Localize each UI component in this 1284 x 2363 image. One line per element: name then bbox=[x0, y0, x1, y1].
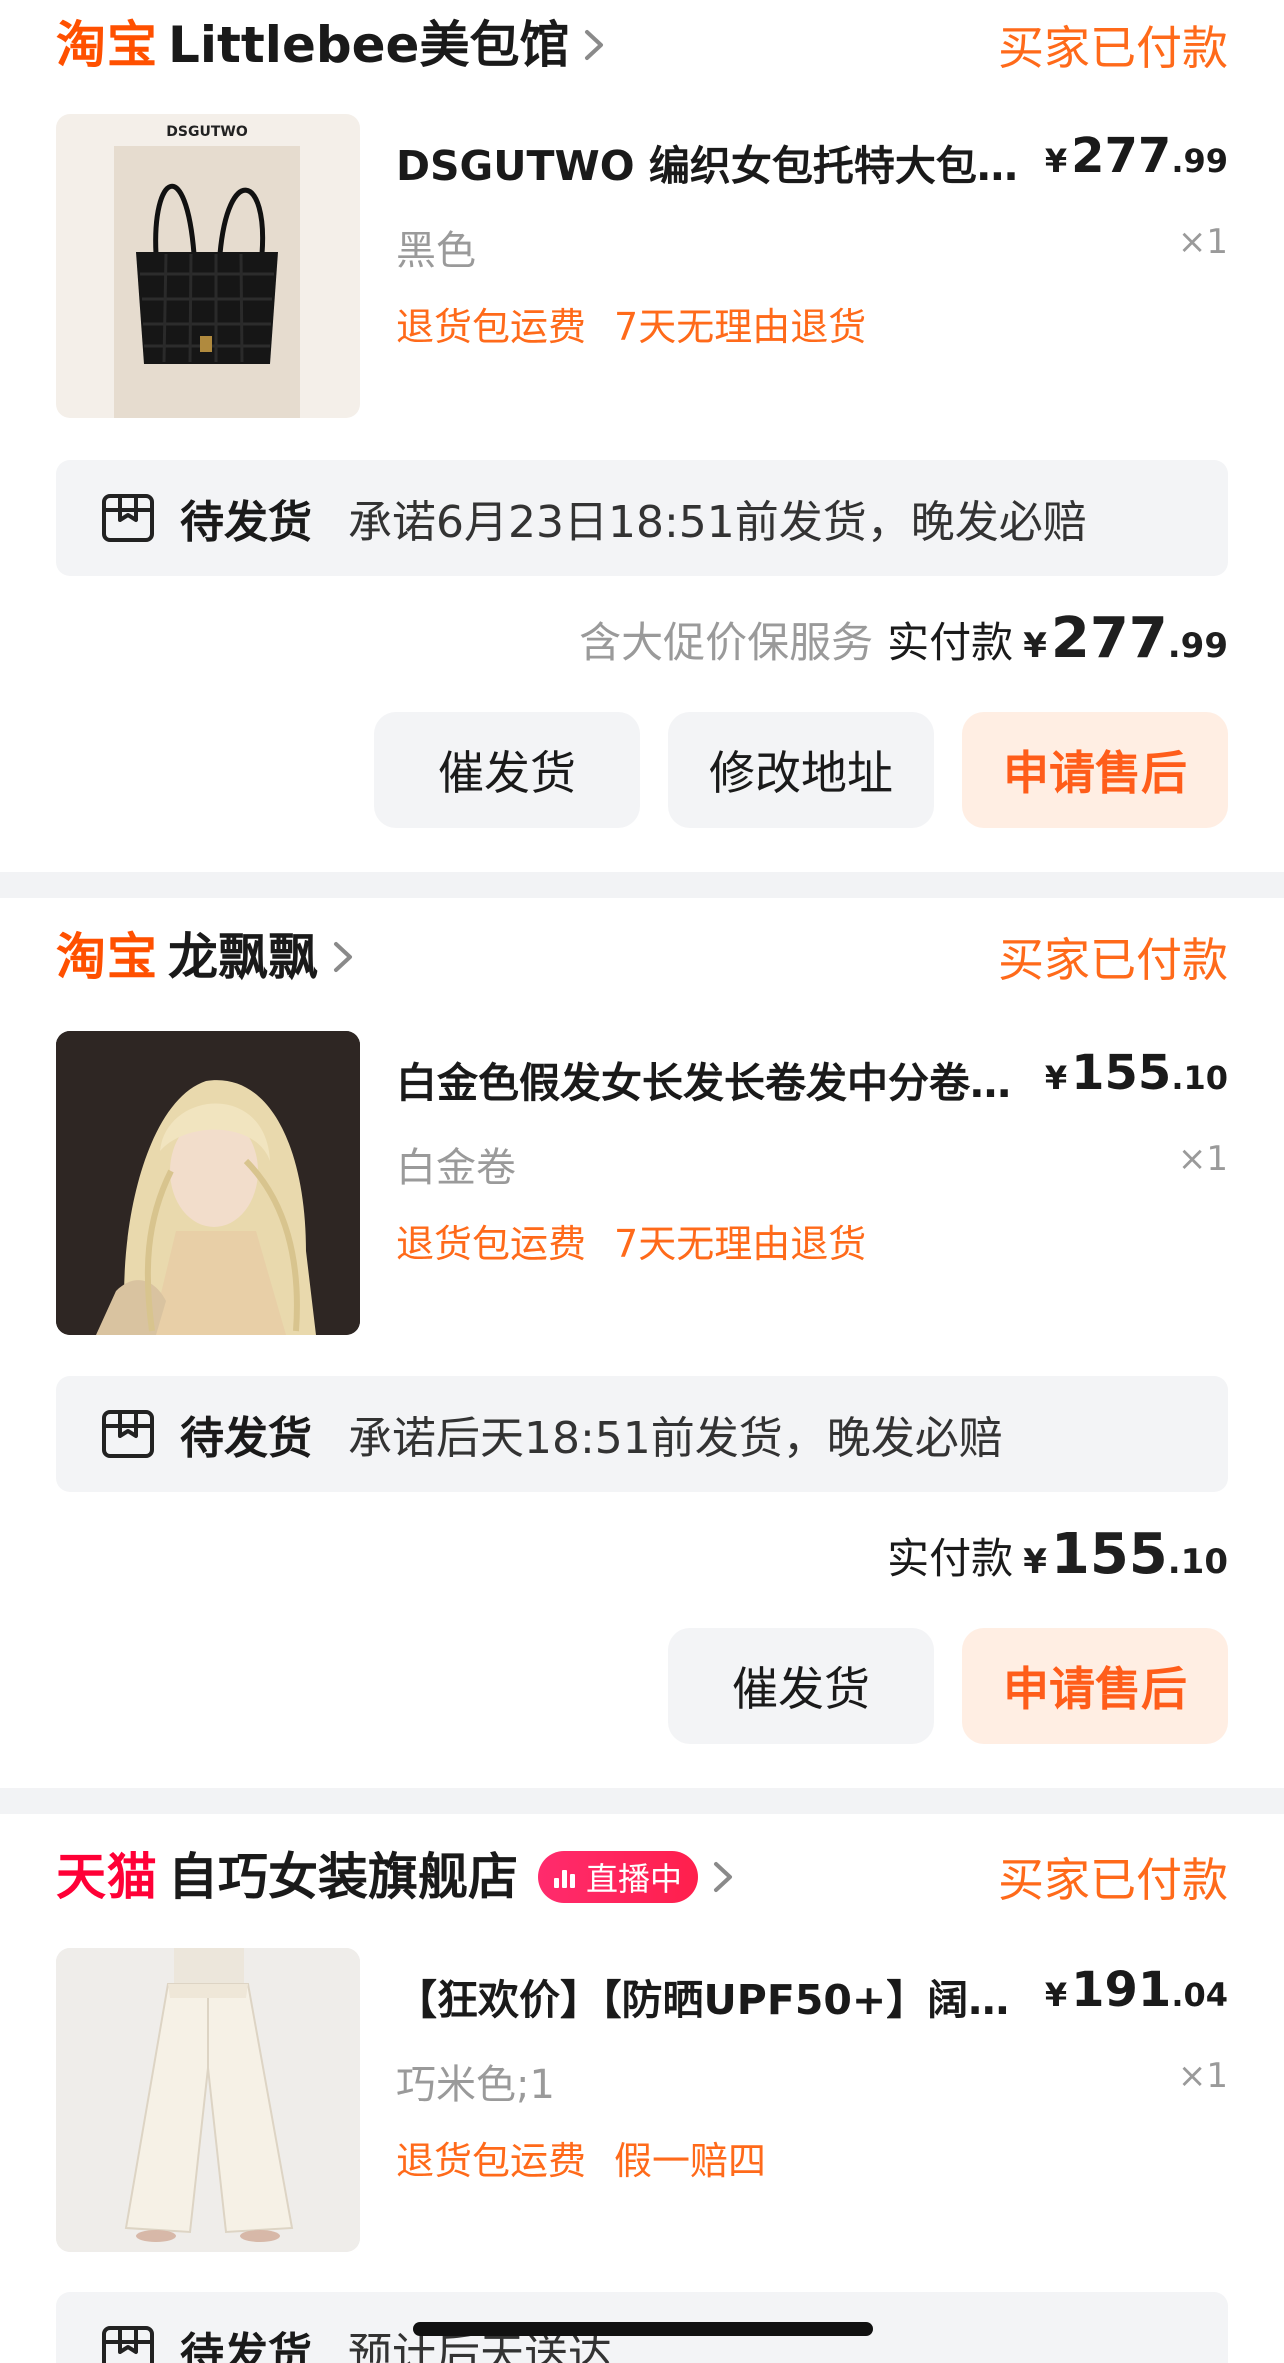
after-sales-button[interactable]: 申请售后 bbox=[962, 712, 1228, 828]
order-status: 买家已付款 bbox=[998, 933, 1228, 987]
product-price: ¥155.10 bbox=[1044, 1045, 1228, 1101]
shop-header[interactable]: 淘宝 龙飘飘 买家已付款 bbox=[56, 922, 1228, 992]
chevron-right-icon[interactable] bbox=[324, 932, 364, 982]
paid-amount-decimal: .10 bbox=[1167, 1542, 1228, 1582]
paid-amount-decimal: .99 bbox=[1167, 626, 1228, 666]
product-price: ¥277.99 bbox=[1044, 128, 1228, 184]
product-title[interactable]: 【狂欢价】【防晒UPF50+】阔腿裤阔腿裤 bbox=[396, 1966, 1036, 2026]
live-streaming-badge[interactable]: 直播中 bbox=[538, 1851, 699, 1903]
package-icon bbox=[102, 494, 154, 542]
product-title[interactable]: DSGUTWO 编织女包托特大包托特大包 bbox=[396, 132, 1036, 192]
shipping-promise: 承诺后天18:51前发货，晚发必赔 bbox=[348, 1413, 1003, 1464]
order-status: 买家已付款 bbox=[998, 1853, 1228, 1907]
shop-name[interactable]: 自巧女装旗舰店 bbox=[168, 1852, 518, 1902]
paid-label: 实付款 bbox=[887, 618, 1014, 667]
shipping-status: 待发货 bbox=[180, 2329, 312, 2363]
chevron-right-icon[interactable] bbox=[575, 20, 615, 70]
taobao-logo: 淘宝 bbox=[56, 16, 158, 74]
paid-amount-integer: 155 bbox=[1050, 1522, 1168, 1587]
product-image-brand-text: DSGUTWO bbox=[166, 124, 248, 140]
package-icon bbox=[102, 2326, 154, 2363]
shop-header[interactable]: 天猫 自巧女装旗舰店 直播中 买家已付款 bbox=[56, 1842, 1228, 1912]
service-tags: 退货包运费 假一赔四 bbox=[396, 2130, 794, 2185]
paid-amount-integer: 277 bbox=[1050, 606, 1168, 671]
paid-currency: ¥ bbox=[1023, 1542, 1047, 1582]
product-spec: 巧米色;1 bbox=[396, 2062, 555, 2108]
paid-label: 实付款 bbox=[887, 1534, 1014, 1583]
shop-name[interactable]: Littlebee美包馆 bbox=[168, 20, 569, 70]
urge-shipping-button[interactable]: 催发货 bbox=[668, 1628, 934, 1744]
order-status: 买家已付款 bbox=[998, 21, 1228, 75]
shipping-promise: 承诺6月23日18:51前发货，晚发必赔 bbox=[348, 497, 1087, 548]
order-card-2: 淘宝 龙飘飘 买家已付款 白金色假发女长发长卷发中分卷发中分 ¥155.10 白… bbox=[0, 898, 1284, 1788]
product-spec: 白金卷 bbox=[396, 1145, 516, 1191]
tag-seven-day-return: 7天无理由退货 bbox=[614, 1222, 867, 1266]
home-indicator[interactable] bbox=[413, 2322, 873, 2336]
product-image-blonde-wig[interactable] bbox=[56, 1031, 360, 1335]
product-image-black-tote-bag[interactable]: DSGUTWO bbox=[56, 114, 360, 418]
shipping-status: 待发货 bbox=[180, 497, 312, 548]
order-card-3: 天猫 自巧女装旗舰店 直播中 买家已付款 【狂欢价】【防晒UPF50+】阔腿裤阔… bbox=[0, 1814, 1284, 2363]
product-quantity: ×1 bbox=[1177, 1139, 1228, 1179]
shipping-status-box[interactable]: 待发货 承诺后天18:51前发货，晚发必赔 bbox=[56, 1376, 1228, 1492]
price-protection-service: 含大促价保服务 bbox=[579, 618, 874, 667]
product-price: ¥191.04 bbox=[1044, 1962, 1228, 2018]
product-quantity: ×1 bbox=[1177, 2056, 1228, 2096]
product-row[interactable]: DSGUTWO DSGUTWO 编织女包托特大包托特大包 ¥277.99 黑色 … bbox=[56, 114, 1228, 420]
tag-counterfeit-compensation: 假一赔四 bbox=[614, 2139, 767, 2183]
action-buttons: 催发货 申请售后 bbox=[640, 1628, 1228, 1744]
shop-name[interactable]: 龙飘飘 bbox=[168, 932, 318, 982]
product-title[interactable]: 白金色假发女长发长卷发中分卷发中分 bbox=[396, 1049, 1036, 1109]
payment-summary: 含大促价保服务 实付款 ¥ 277 .99 bbox=[579, 606, 1228, 678]
package-icon bbox=[102, 1410, 154, 1458]
after-sales-button[interactable]: 申请售后 bbox=[962, 1628, 1228, 1744]
product-row[interactable]: 白金色假发女长发长卷发中分卷发中分 ¥155.10 白金卷 ×1 退货包运费 7… bbox=[56, 1031, 1228, 1337]
tag-free-return-shipping: 退货包运费 bbox=[396, 2139, 587, 2183]
paid-currency: ¥ bbox=[1023, 626, 1047, 666]
shipping-status-box[interactable]: 待发货 承诺6月23日18:51前发货，晚发必赔 bbox=[56, 460, 1228, 576]
action-buttons: 催发货 修改地址 申请售后 bbox=[346, 712, 1228, 828]
shop-header[interactable]: 淘宝 Littlebee美包馆 买家已付款 bbox=[56, 10, 1228, 80]
tag-seven-day-return: 7天无理由退货 bbox=[614, 305, 867, 349]
modify-address-button[interactable]: 修改地址 bbox=[668, 712, 934, 828]
order-card-1: 淘宝 Littlebee美包馆 买家已付款 DSGUTWO DSGUTWO 编织… bbox=[0, 0, 1284, 872]
payment-summary: 实付款 ¥ 155 .10 bbox=[887, 1522, 1228, 1594]
tmall-logo: 天猫 bbox=[56, 1848, 158, 1906]
service-tags: 退货包运费 7天无理由退货 bbox=[396, 296, 894, 351]
live-badge-label: 直播中 bbox=[586, 1860, 683, 1898]
urge-shipping-button[interactable]: 催发货 bbox=[374, 712, 640, 828]
product-spec: 黑色 bbox=[396, 228, 476, 274]
chevron-right-icon[interactable] bbox=[704, 1852, 744, 1902]
product-image-white-wide-pants[interactable] bbox=[56, 1948, 360, 2252]
product-quantity: ×1 bbox=[1177, 222, 1228, 262]
taobao-logo: 淘宝 bbox=[56, 928, 158, 986]
live-bars-icon bbox=[554, 1866, 578, 1888]
tag-free-return-shipping: 退货包运费 bbox=[396, 1222, 587, 1266]
tag-free-return-shipping: 退货包运费 bbox=[396, 305, 587, 349]
service-tags: 退货包运费 7天无理由退货 bbox=[396, 1213, 894, 1268]
shipping-status: 待发货 bbox=[180, 1413, 312, 1464]
product-row[interactable]: 【狂欢价】【防晒UPF50+】阔腿裤阔腿裤 ¥191.04 巧米色;1 ×1 退… bbox=[56, 1948, 1228, 2254]
